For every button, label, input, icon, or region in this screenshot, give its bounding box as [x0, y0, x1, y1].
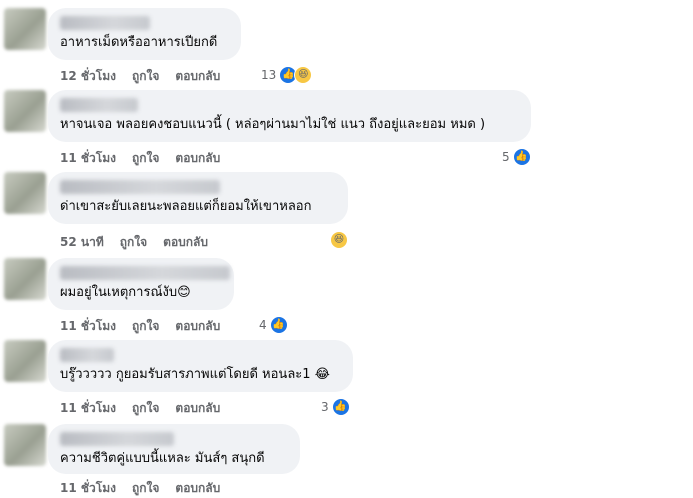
comment-actions: 11 ชั่วโมง ถูกใจ ตอบกลับ	[60, 317, 220, 336]
reaction-count: 5	[502, 150, 510, 164]
comment-text-body: ผมอยู่ในเหตุการณ์งับ	[60, 285, 178, 300]
reaction-count: 13	[261, 68, 277, 82]
thumbs-up-icon: 👍	[512, 148, 531, 166]
avatar[interactable]	[4, 8, 46, 50]
comment-text: อาหารเม็ดหรืออาหารเปียกดี	[60, 35, 218, 50]
avatar[interactable]	[4, 424, 46, 466]
comment-text: หาจนเจอ พลอยคงชอบแนวนี้ ( หล่อๆผ่านมาไม่…	[60, 117, 486, 132]
comment-actions: 12 ชั่วโมง ถูกใจ ตอบกลับ	[60, 67, 220, 86]
avatar[interactable]	[4, 258, 46, 300]
like-link[interactable]: ถูกใจ	[132, 317, 159, 336]
reply-link[interactable]: ตอบกลับ	[175, 399, 220, 418]
author-name-blurred[interactable]	[60, 266, 230, 280]
avatar[interactable]	[4, 172, 46, 214]
laughing-face-icon: 😆	[330, 231, 348, 249]
reaction-summary[interactable]: 13 👍 😆	[261, 66, 313, 84]
reaction-summary[interactable]: 4 👍	[259, 316, 288, 334]
laughing-face-icon: 😆	[294, 66, 313, 84]
reaction-count: 4	[259, 318, 267, 332]
reply-link[interactable]: ตอบกลับ	[175, 149, 220, 168]
comment-text-body: บรู๊ววววว กูยอมรับสารภาพแต่โดยดี หอนละ1	[60, 367, 311, 382]
comment-text: ความชีวิตคู่แบบนี้แหละ มันส์ๆ สนุกดี	[60, 451, 265, 466]
smiling-face-icon: 😊	[177, 285, 191, 300]
comment-bubble: บรู๊ววววว กูยอมรับสารภาพแต่โดยดี หอนละ1 …	[48, 340, 353, 392]
timestamp[interactable]: 11 ชั่วโมง	[60, 399, 116, 418]
author-name-blurred[interactable]	[60, 432, 174, 446]
like-link[interactable]: ถูกใจ	[120, 233, 147, 252]
like-link[interactable]: ถูกใจ	[132, 479, 159, 498]
thumbs-up-icon: 👍	[269, 316, 288, 334]
author-name-blurred[interactable]	[60, 348, 114, 362]
author-name-blurred[interactable]	[60, 180, 220, 194]
comment-bubble: ด่าเขาสะยับเลยนะพลอยแต่ก็ยอมให้เขาหลอก	[48, 172, 348, 224]
comment-actions: 11 ชั่วโมง ถูกใจ ตอบกลับ	[60, 399, 220, 418]
comment-bubble: อาหารเม็ดหรืออาหารเปียกดี	[48, 8, 241, 60]
reaction-summary[interactable]: 😆	[330, 231, 348, 249]
like-link[interactable]: ถูกใจ	[132, 399, 159, 418]
reply-link[interactable]: ตอบกลับ	[163, 233, 208, 252]
comment-bubble: ความชีวิตคู่แบบนี้แหละ มันส์ๆ สนุกดี	[48, 424, 300, 474]
like-link[interactable]: ถูกใจ	[132, 149, 159, 168]
author-name-blurred[interactable]	[60, 16, 150, 30]
comment-actions: 11 ชั่วโมง ถูกใจ ตอบกลับ	[60, 149, 220, 168]
tears-of-joy-icon: 😂	[314, 367, 330, 382]
reaction-count: 3	[321, 400, 329, 414]
avatar[interactable]	[4, 90, 46, 132]
comment-text: บรู๊ววววว กูยอมรับสารภาพแต่โดยดี หอนละ1 …	[60, 366, 341, 384]
comment-text: ผมอยู่ในเหตุการณ์งับ😊	[60, 284, 222, 302]
timestamp[interactable]: 52 นาที	[60, 233, 104, 252]
timestamp[interactable]: 11 ชั่วโมง	[60, 149, 116, 168]
timestamp[interactable]: 11 ชั่วโมง	[60, 317, 116, 336]
comment-bubble: ผมอยู่ในเหตุการณ์งับ😊	[48, 258, 234, 310]
reply-link[interactable]: ตอบกลับ	[175, 479, 220, 498]
author-name-blurred[interactable]	[60, 98, 138, 112]
like-link[interactable]: ถูกใจ	[132, 67, 159, 86]
comment-bubble: หาจนเจอ พลอยคงชอบแนวนี้ ( หล่อๆผ่านมาไม่…	[48, 90, 531, 142]
timestamp[interactable]: 11 ชั่วโมง	[60, 479, 116, 498]
reply-link[interactable]: ตอบกลับ	[175, 67, 220, 86]
thumbs-up-icon: 👍	[331, 398, 350, 416]
comment-actions: 52 นาที ถูกใจ ตอบกลับ	[60, 233, 208, 252]
avatar[interactable]	[4, 340, 46, 382]
comment-actions: 11 ชั่วโมง ถูกใจ ตอบกลับ	[60, 479, 220, 498]
reaction-summary[interactable]: 3 👍	[321, 398, 350, 416]
comment-text: ด่าเขาสะยับเลยนะพลอยแต่ก็ยอมให้เขาหลอก	[60, 199, 312, 214]
reaction-summary[interactable]: 5 👍	[502, 148, 531, 166]
reply-link[interactable]: ตอบกลับ	[175, 317, 220, 336]
timestamp[interactable]: 12 ชั่วโมง	[60, 67, 116, 86]
